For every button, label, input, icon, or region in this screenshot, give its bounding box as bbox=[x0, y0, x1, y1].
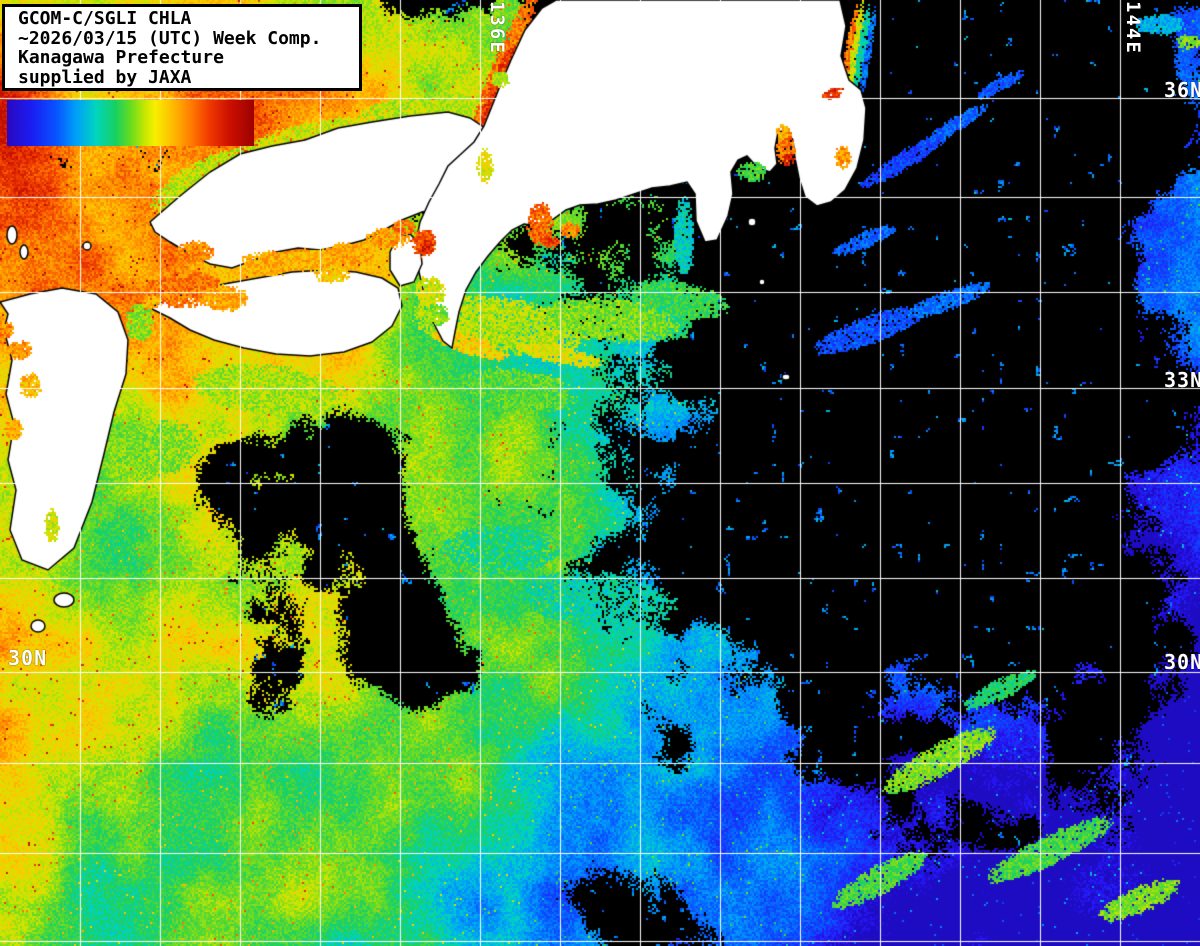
latitude-label-33N: 33N bbox=[1164, 368, 1200, 392]
title-line-product: GCOM-C/SGLI CHLA bbox=[18, 9, 355, 29]
title-line-date: ~2026/03/15 (UTC) Week Comp. bbox=[18, 29, 355, 49]
title-line-region: Kanagawa Prefecture bbox=[18, 48, 355, 68]
latitude-label-36N: 36N bbox=[1164, 78, 1200, 102]
latitude-label-30N: 30N bbox=[1164, 650, 1200, 674]
title-line-credit: supplied by JAXA bbox=[18, 68, 355, 88]
longitude-label-144E: 144E bbox=[1122, 1, 1144, 55]
latitude-label-30N: 30N bbox=[8, 646, 47, 670]
longitude-label-136E: 136E bbox=[486, 1, 508, 55]
chlorophyll-colorbar bbox=[7, 100, 254, 146]
satellite-map-viewport: 136E 144E 36N 33N 30N 30N GCOM-C/SGLI CHLA ~2… bbox=[0, 0, 1200, 946]
title-box: GCOM-C/SGLI CHLA ~2026/03/15 (UTC) Week … bbox=[2, 4, 362, 91]
